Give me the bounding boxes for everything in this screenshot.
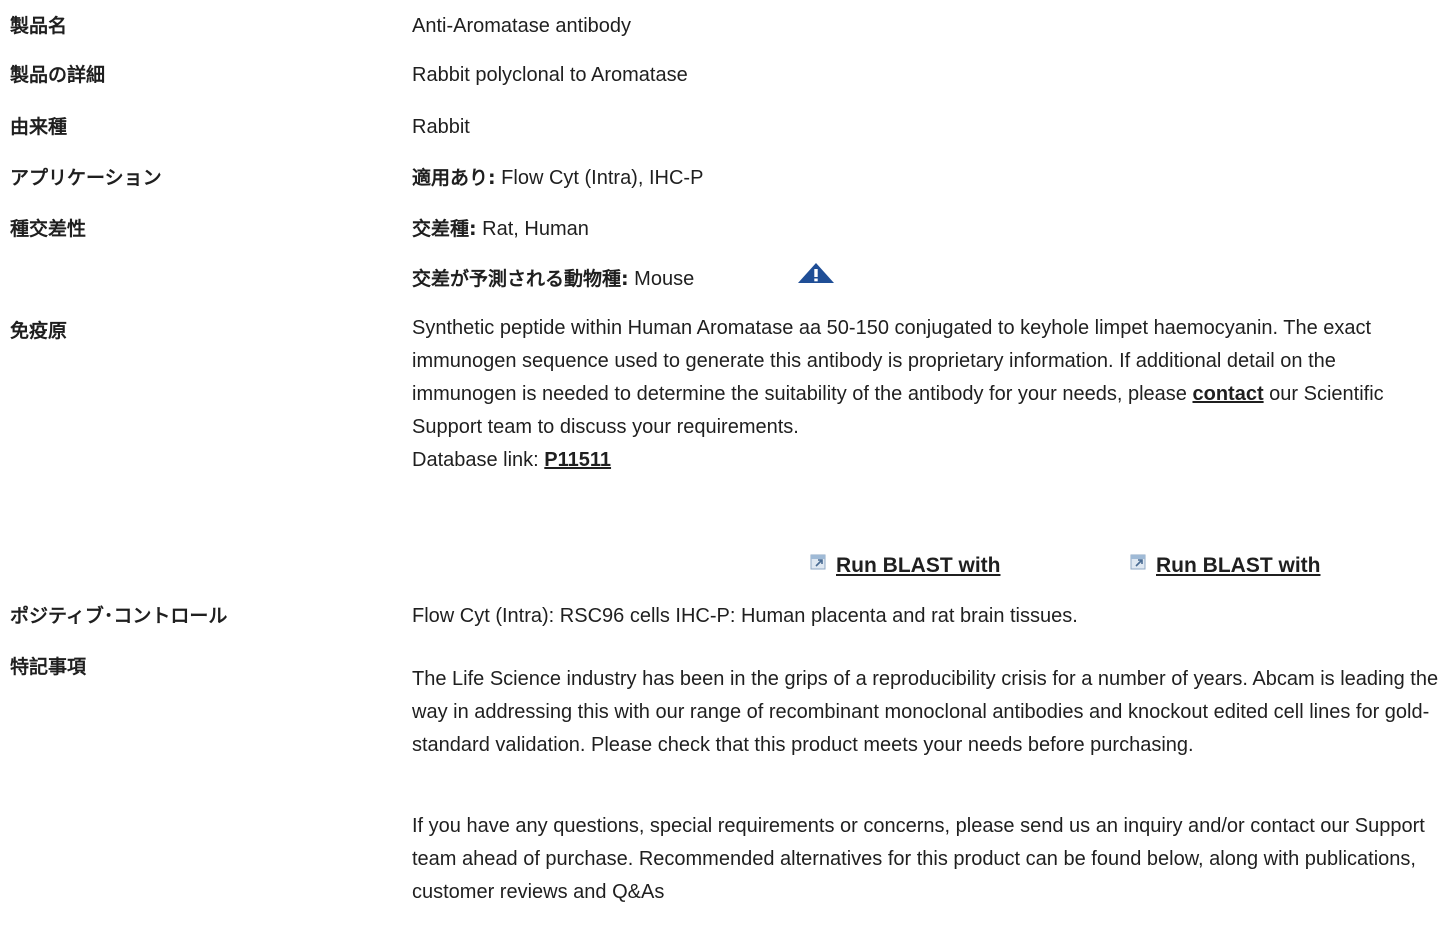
immunogen-description: Synthetic peptide within Human Aromatase… — [412, 312, 1412, 477]
label-immunogen: 免疫原 — [10, 320, 68, 342]
label-reactivity: 種交差性 — [10, 218, 87, 240]
contact-link[interactable]: contact — [1192, 383, 1263, 405]
external-link-icon — [1130, 554, 1146, 570]
label-notes: 特記事項 — [10, 656, 87, 678]
product-name-value: Anti-Aromatase antibody — [412, 15, 632, 37]
run-blast-link-2[interactable]: Run BLAST with — [1156, 552, 1320, 580]
product-detail-value: Rabbit polyclonal to Aromatase — [412, 64, 688, 86]
predicted-text: Mouse — [628, 268, 695, 290]
label-applications: アプリケーション — [10, 167, 162, 189]
database-label: Database link: — [412, 449, 545, 471]
reacts-with-value: 交差種: Rat, Human — [412, 216, 589, 242]
applications-value: 適用あり: Flow Cyt (Intra), IHC-P — [412, 165, 703, 191]
run-blast-button-2[interactable]: Run BLAST with — [1130, 552, 1320, 580]
label-host-species: 由来種 — [10, 116, 68, 138]
predicted-value: 交差が予測される動物種: Mouse — [412, 266, 694, 292]
host-species-value: Rabbit — [412, 116, 470, 138]
label-positive-control: ポジティブ･コントロール — [10, 605, 228, 627]
run-blast-link-1[interactable]: Run BLAST with — [836, 552, 1000, 580]
positive-control-value: Flow Cyt (Intra): RSC96 cells IHC-P: Hum… — [412, 605, 1078, 627]
notes-paragraph-1: The Life Science industry has been in th… — [412, 668, 1439, 756]
predicted-prefix: 交差が予測される動物種: — [412, 268, 629, 290]
external-link-icon — [810, 554, 826, 570]
database-link-p11511[interactable]: P11511 — [544, 449, 611, 471]
run-blast-button-1[interactable]: Run BLAST with — [810, 552, 1000, 580]
reacts-text: Rat, Human — [476, 218, 589, 240]
notes-paragraph-2: If you have any questions, special requi… — [412, 815, 1425, 903]
label-product-detail: 製品の詳細 — [10, 64, 106, 86]
applications-text: Flow Cyt (Intra), IHC-P — [495, 167, 704, 189]
warning-triangle-icon[interactable] — [796, 262, 836, 284]
applications-prefix: 適用あり: — [412, 167, 496, 189]
reacts-prefix: 交差種: — [412, 218, 477, 240]
label-product-name: 製品名 — [10, 15, 68, 37]
